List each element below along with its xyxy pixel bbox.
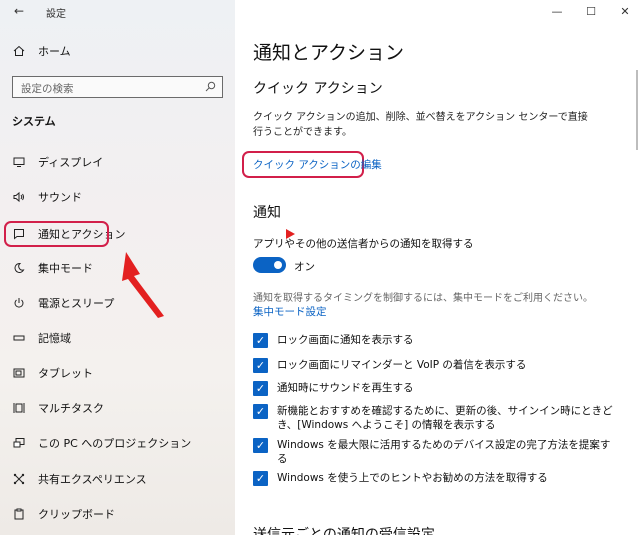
home-icon	[12, 44, 26, 58]
sidebar-item-home[interactable]: ホーム	[0, 38, 235, 64]
checkbox-checked-icon[interactable]: ✓	[253, 438, 268, 453]
projection-icon	[12, 436, 26, 450]
sidebar-item-label: マルチタスク	[38, 402, 104, 415]
checkbox-checked-icon[interactable]: ✓	[253, 471, 268, 486]
search-input[interactable]: 設定の検索	[12, 76, 223, 98]
checkbox-label: ロック画面に通知を表示する	[277, 334, 414, 346]
multitask-icon	[12, 401, 26, 415]
checkbox-label: 新機能とおすすめを確認するために、更新の後、サインイン時にときどき、[Windo…	[277, 405, 613, 431]
sidebar-item-label: この PC へのプロジェクション	[38, 437, 192, 450]
checkbox-label: 通知時にサウンドを再生する	[277, 382, 414, 394]
back-button[interactable]: ←	[10, 3, 28, 19]
focus-assist-hint: 通知を取得するタイミングを制御するには、集中モードをご利用ください。	[253, 293, 593, 304]
sidebar-item-storage[interactable]: 記憶域	[0, 324, 235, 352]
sidebar-item-sound[interactable]: サウンド	[0, 183, 235, 211]
search-icon[interactable]	[205, 81, 216, 95]
checkbox-checked-icon[interactable]: ✓	[253, 333, 268, 348]
notifications-toggle[interactable]	[253, 257, 286, 273]
quick-actions-title: クイック アクション	[253, 81, 383, 97]
section-title: システム	[12, 115, 56, 128]
sidebar-item-label: 電源とスリープ	[38, 297, 115, 310]
sidebar-item-multitasking[interactable]: マルチタスク	[0, 394, 235, 422]
search-placeholder: 設定の検索	[21, 83, 74, 95]
checkbox-tips-and-tricks[interactable]: ✓ Windows を使う上でのヒントやお勧めの方法を取得する	[253, 471, 623, 486]
display-icon	[12, 155, 26, 169]
sidebar-item-label: 記憶域	[38, 332, 71, 345]
sidebar-item-shared-experiences[interactable]: 共有エクスペリエンス	[0, 465, 235, 493]
title-bar: ← 設定	[0, 0, 235, 22]
per-sender-settings-title: 送信元ごとの通知の受信設定	[253, 527, 435, 535]
power-icon	[12, 296, 26, 310]
clipboard-icon	[12, 507, 26, 521]
checkbox-device-setup-suggestions[interactable]: ✓ Windows を最大限に活用するためのデバイス設定の完了方法を提案する	[253, 438, 623, 466]
share-icon	[12, 472, 26, 486]
sidebar-item-clipboard[interactable]: クリップボード	[0, 500, 235, 528]
sidebar-item-label: 集中モード	[38, 262, 93, 275]
notifications-title: 通知	[253, 205, 281, 221]
window-controls: — ☐ ✕	[540, 0, 642, 22]
storage-icon	[12, 331, 26, 345]
app-title: 設定	[46, 9, 66, 20]
checkbox-checked-icon[interactable]: ✓	[253, 381, 268, 396]
annotation-arrow	[122, 252, 164, 318]
scrollbar-thumb[interactable]	[636, 70, 638, 150]
sidebar-item-label: タブレット	[38, 367, 93, 380]
checkbox-play-sound[interactable]: ✓ 通知時にサウンドを再生する	[253, 381, 623, 396]
sidebar-item-label: サウンド	[38, 191, 82, 204]
checkbox-label: Windows を使う上でのヒントやお勧めの方法を取得する	[277, 472, 548, 484]
sidebar: ← 設定 ホーム 設定の検索 システム ディスプレイ サウンド 通知とアクション	[0, 0, 235, 535]
checkbox-checked-icon[interactable]: ✓	[253, 404, 268, 419]
focus-assist-settings-link[interactable]: 集中モード設定	[253, 304, 327, 319]
checkbox-label: Windows を最大限に活用するためのデバイス設定の完了方法を提案する	[277, 439, 611, 465]
sidebar-item-display[interactable]: ディスプレイ	[0, 148, 235, 176]
checkbox-checked-icon[interactable]: ✓	[253, 358, 268, 373]
sidebar-item-label: 共有エクスペリエンス	[38, 473, 147, 486]
checkbox-lock-screen-notifications[interactable]: ✓ ロック画面に通知を表示する	[253, 333, 623, 348]
toggle-state-label: オン	[294, 261, 315, 273]
checkbox-welcome-experience[interactable]: ✓ 新機能とおすすめを確認するために、更新の後、サインイン時にときどき、[Win…	[253, 404, 623, 432]
sidebar-item-label: ディスプレイ	[38, 156, 104, 169]
sidebar-item-label: クリップボード	[38, 508, 115, 521]
close-button[interactable]: ✕	[608, 0, 642, 22]
quick-actions-description: クイック アクションの追加、削除、並べ替えをアクション センターで直接行うことが…	[253, 112, 588, 138]
get-notifications-label: アプリやその他の送信者からの通知を取得する	[253, 238, 474, 250]
moon-icon	[12, 261, 26, 275]
maximize-button[interactable]: ☐	[574, 0, 608, 22]
page-title: 通知とアクション	[253, 42, 405, 64]
sidebar-item-projection[interactable]: この PC へのプロジェクション	[0, 429, 235, 457]
main-content: — ☐ ✕ 通知とアクション クイック アクション クイック アクションの追加、…	[235, 0, 642, 535]
checkbox-lock-screen-reminders[interactable]: ✓ ロック画面にリマインダーと VoIP の着信を表示する	[253, 358, 623, 373]
sidebar-item-label: ホーム	[38, 45, 71, 58]
sidebar-item-tablet[interactable]: タブレット	[0, 359, 235, 387]
toggle-knob	[274, 261, 282, 269]
checkbox-label: ロック画面にリマインダーと VoIP の着信を表示する	[277, 359, 527, 371]
selected-item-highlight	[4, 221, 109, 247]
speaker-icon	[12, 190, 26, 204]
minimize-button[interactable]: —	[540, 0, 574, 22]
tablet-icon	[12, 366, 26, 380]
edit-quick-actions-link[interactable]: クイック アクションの編集	[253, 157, 382, 172]
